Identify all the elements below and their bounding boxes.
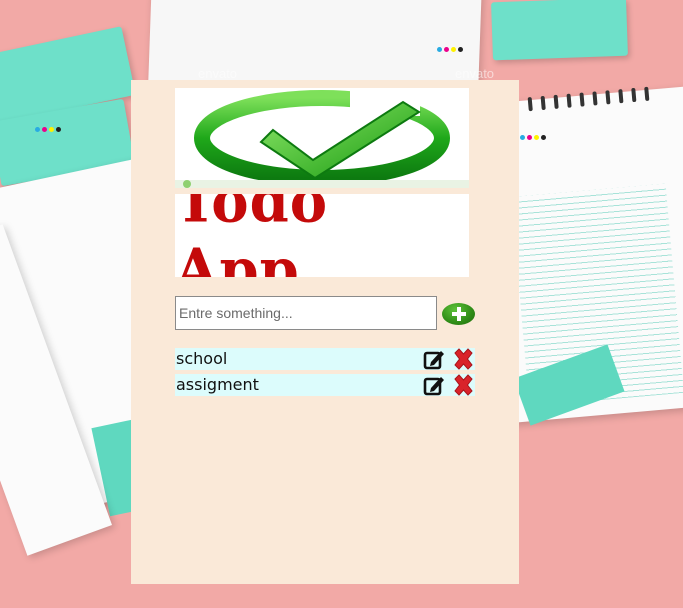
add-todo-button[interactable] (442, 303, 475, 325)
app-title-banner: Todo App (175, 194, 469, 277)
edit-button[interactable] (423, 348, 445, 370)
delete-x-icon (454, 348, 473, 370)
todo-app-panel: Todo App school assigment (131, 80, 519, 584)
todo-input[interactable] (175, 296, 437, 330)
todo-list: school assigment (175, 348, 475, 400)
todo-item-text: school (176, 349, 228, 368)
check-mark-logo (175, 88, 469, 188)
todo-item: assigment (175, 374, 475, 396)
edit-icon (423, 377, 444, 396)
watermark: envato (455, 66, 495, 81)
delete-button[interactable] (452, 374, 475, 396)
business-card-stack (491, 0, 628, 61)
todo-item: school (175, 348, 475, 370)
delete-button[interactable] (452, 348, 475, 370)
cmyk-dots (437, 47, 463, 52)
app-title: Todo App (175, 194, 329, 277)
cmyk-dots (35, 127, 61, 132)
edit-icon (423, 351, 444, 370)
delete-x-icon (454, 374, 473, 396)
check-logo-icon (175, 88, 469, 188)
plus-icon (451, 307, 466, 321)
watermark: envato (198, 66, 238, 81)
todo-item-text: assigment (176, 375, 259, 394)
edit-button[interactable] (423, 374, 445, 396)
cmyk-dots (520, 135, 546, 140)
